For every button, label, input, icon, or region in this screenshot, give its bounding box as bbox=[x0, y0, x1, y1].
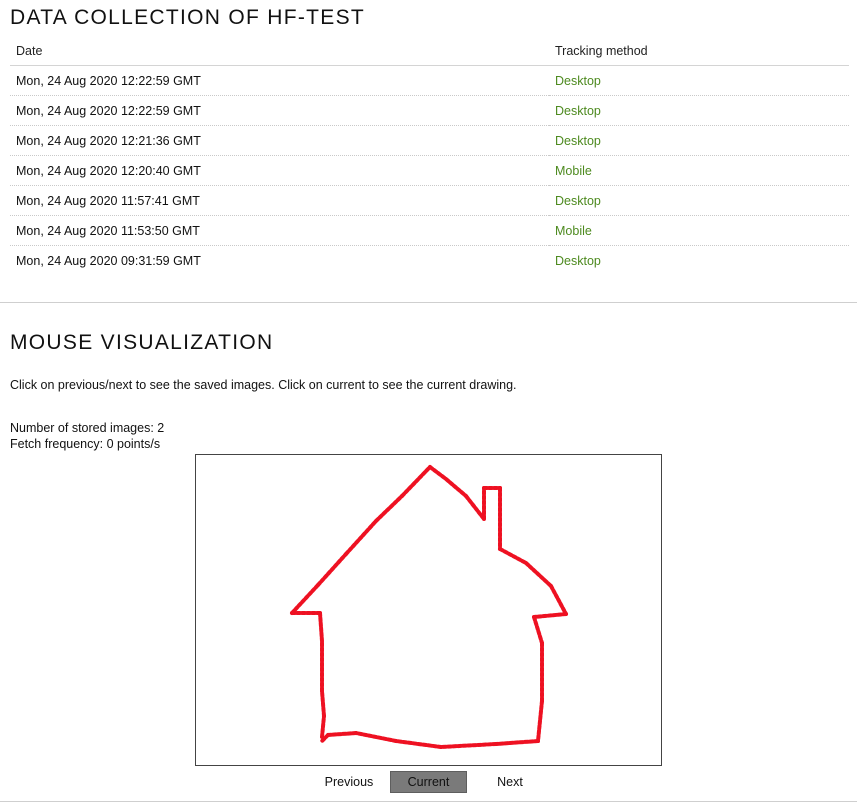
stroke-segment bbox=[536, 699, 544, 743]
previous-button[interactable]: Previous bbox=[318, 771, 380, 793]
row-tracking-method: Mobile bbox=[549, 155, 849, 186]
stroke-segment bbox=[326, 731, 358, 737]
stroke-segment bbox=[549, 584, 568, 616]
table-row: Mon, 24 Aug 2020 11:53:50 GMT Mobile bbox=[10, 215, 849, 246]
stroke-segment bbox=[464, 494, 486, 521]
table-header-row: Date Tracking method bbox=[10, 36, 849, 66]
row-date: Mon, 24 Aug 2020 12:20:40 GMT bbox=[10, 155, 549, 186]
stroke-segment bbox=[439, 742, 498, 749]
row-tracking-method: Desktop bbox=[555, 253, 601, 268]
row-date: Mon, 24 Aug 2020 12:21:36 GMT bbox=[10, 125, 549, 156]
stroke-segment bbox=[532, 615, 544, 645]
image-navigation: Previous Current Next bbox=[0, 771, 857, 793]
table-row: Mon, 24 Aug 2020 12:22:59 GMT Desktop bbox=[10, 65, 849, 96]
drawing-canvas[interactable] bbox=[195, 454, 662, 766]
row-tracking-method: Desktop bbox=[549, 95, 849, 126]
row-tracking-method: Desktop bbox=[549, 125, 849, 156]
stroke-segment bbox=[498, 547, 528, 565]
stroke-segment bbox=[316, 552, 348, 587]
table-row: Mon, 24 Aug 2020 09:31:59 GMT Desktop bbox=[10, 246, 849, 276]
row-date: Mon, 24 Aug 2020 11:53:50 GMT bbox=[10, 215, 549, 246]
stroke-segment bbox=[400, 465, 432, 498]
stroke-segment bbox=[532, 612, 568, 619]
mouse-drawing bbox=[290, 465, 568, 749]
next-button[interactable]: Next bbox=[491, 771, 529, 793]
stroke-segment bbox=[428, 465, 448, 481]
data-collection-table: Date Tracking method Mon, 24 Aug 2020 12… bbox=[10, 36, 849, 275]
stroke-segment bbox=[354, 731, 398, 743]
fetch-frequency: Fetch frequency: 0 points/s bbox=[10, 437, 161, 451]
stroke-segment bbox=[320, 714, 326, 739]
row-tracking-method: Mobile bbox=[549, 215, 849, 246]
table-row: Mon, 24 Aug 2020 11:57:41 GMT Desktop bbox=[10, 185, 849, 216]
table-row: Mon, 24 Aug 2020 12:22:59 GMT Desktop bbox=[10, 95, 849, 126]
table-row: Mon, 24 Aug 2020 12:20:40 GMT Mobile bbox=[10, 155, 849, 186]
stroke-segment bbox=[320, 689, 326, 718]
row-date: Mon, 24 Aug 2020 12:22:59 GMT bbox=[10, 95, 549, 126]
stroke-segment bbox=[444, 477, 468, 498]
stroke-segment bbox=[494, 739, 540, 746]
row-tracking-method: Desktop bbox=[549, 185, 849, 216]
stroke-segment bbox=[374, 494, 404, 523]
stored-images-count: Number of stored images: 2 bbox=[10, 421, 165, 435]
table-row: Mon, 24 Aug 2020 12:21:36 GMT Desktop bbox=[10, 125, 849, 156]
column-header-date: Date bbox=[10, 36, 549, 66]
instructions-text: Click on previous/next to see the saved … bbox=[10, 378, 517, 392]
stroke-segment bbox=[318, 611, 324, 643]
row-tracking-method: Desktop bbox=[549, 65, 849, 96]
stroke-segment bbox=[394, 739, 443, 749]
column-header-tracking-method: Tracking method bbox=[549, 36, 849, 66]
data-collection-title: DATA COLLECTION OF HF-TEST bbox=[10, 6, 366, 29]
bottom-divider bbox=[0, 801, 857, 802]
stroke-segment bbox=[290, 583, 320, 615]
row-date: Mon, 24 Aug 2020 09:31:59 GMT bbox=[16, 253, 201, 268]
current-button[interactable]: Current bbox=[390, 771, 467, 793]
mouse-visualization-title: MOUSE VISUALIZATION bbox=[10, 331, 274, 354]
row-date: Mon, 24 Aug 2020 12:22:59 GMT bbox=[10, 65, 549, 96]
section-divider bbox=[0, 302, 857, 303]
row-date: Mon, 24 Aug 2020 11:57:41 GMT bbox=[10, 185, 549, 216]
stroke-segment bbox=[524, 561, 553, 588]
stroke-segment bbox=[344, 519, 378, 556]
